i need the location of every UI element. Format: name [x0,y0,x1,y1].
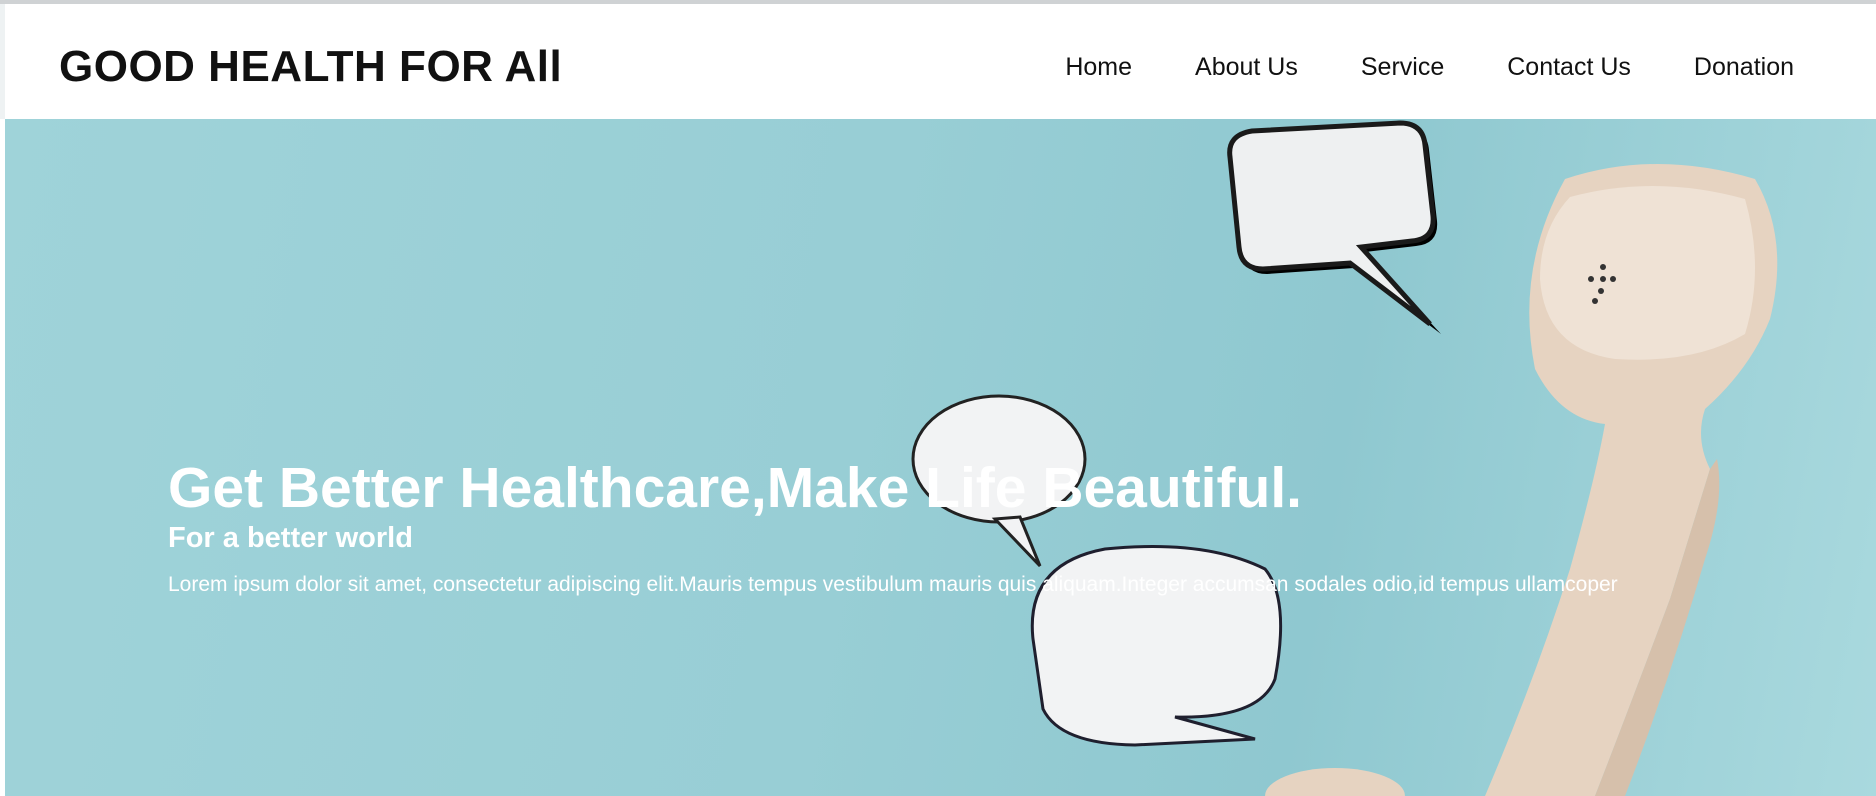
hero-subtitle: For a better world [168,522,413,555]
site-title[interactable]: GOOD HEALTH FOR All [59,42,562,92]
hero-description: Lorem ipsum dolor sit amet, consectetur … [168,573,1618,597]
nav-service-link[interactable]: Service [1361,53,1444,82]
site-header: GOOD HEALTH FOR All Home About Us Servic… [0,4,1876,119]
speech-bubble-icon [1227,120,1441,334]
nav-about-us-link[interactable]: About Us [1195,53,1298,82]
hero-content: Get Better Healthcare,Make Life Beautifu… [168,454,1768,597]
main-nav: Home About Us Service Contact Us Donatio… [1002,53,1794,82]
hero-title: Get Better Healthcare,Make Life Beautifu… [168,456,1302,520]
nav-contact-us-link[interactable]: Contact Us [1507,53,1631,82]
nav-donation-link[interactable]: Donation [1694,53,1794,82]
nav-home-link[interactable]: Home [1065,53,1132,82]
hero-banner: Get Better Healthcare,Make Life Beautifu… [5,119,1876,796]
